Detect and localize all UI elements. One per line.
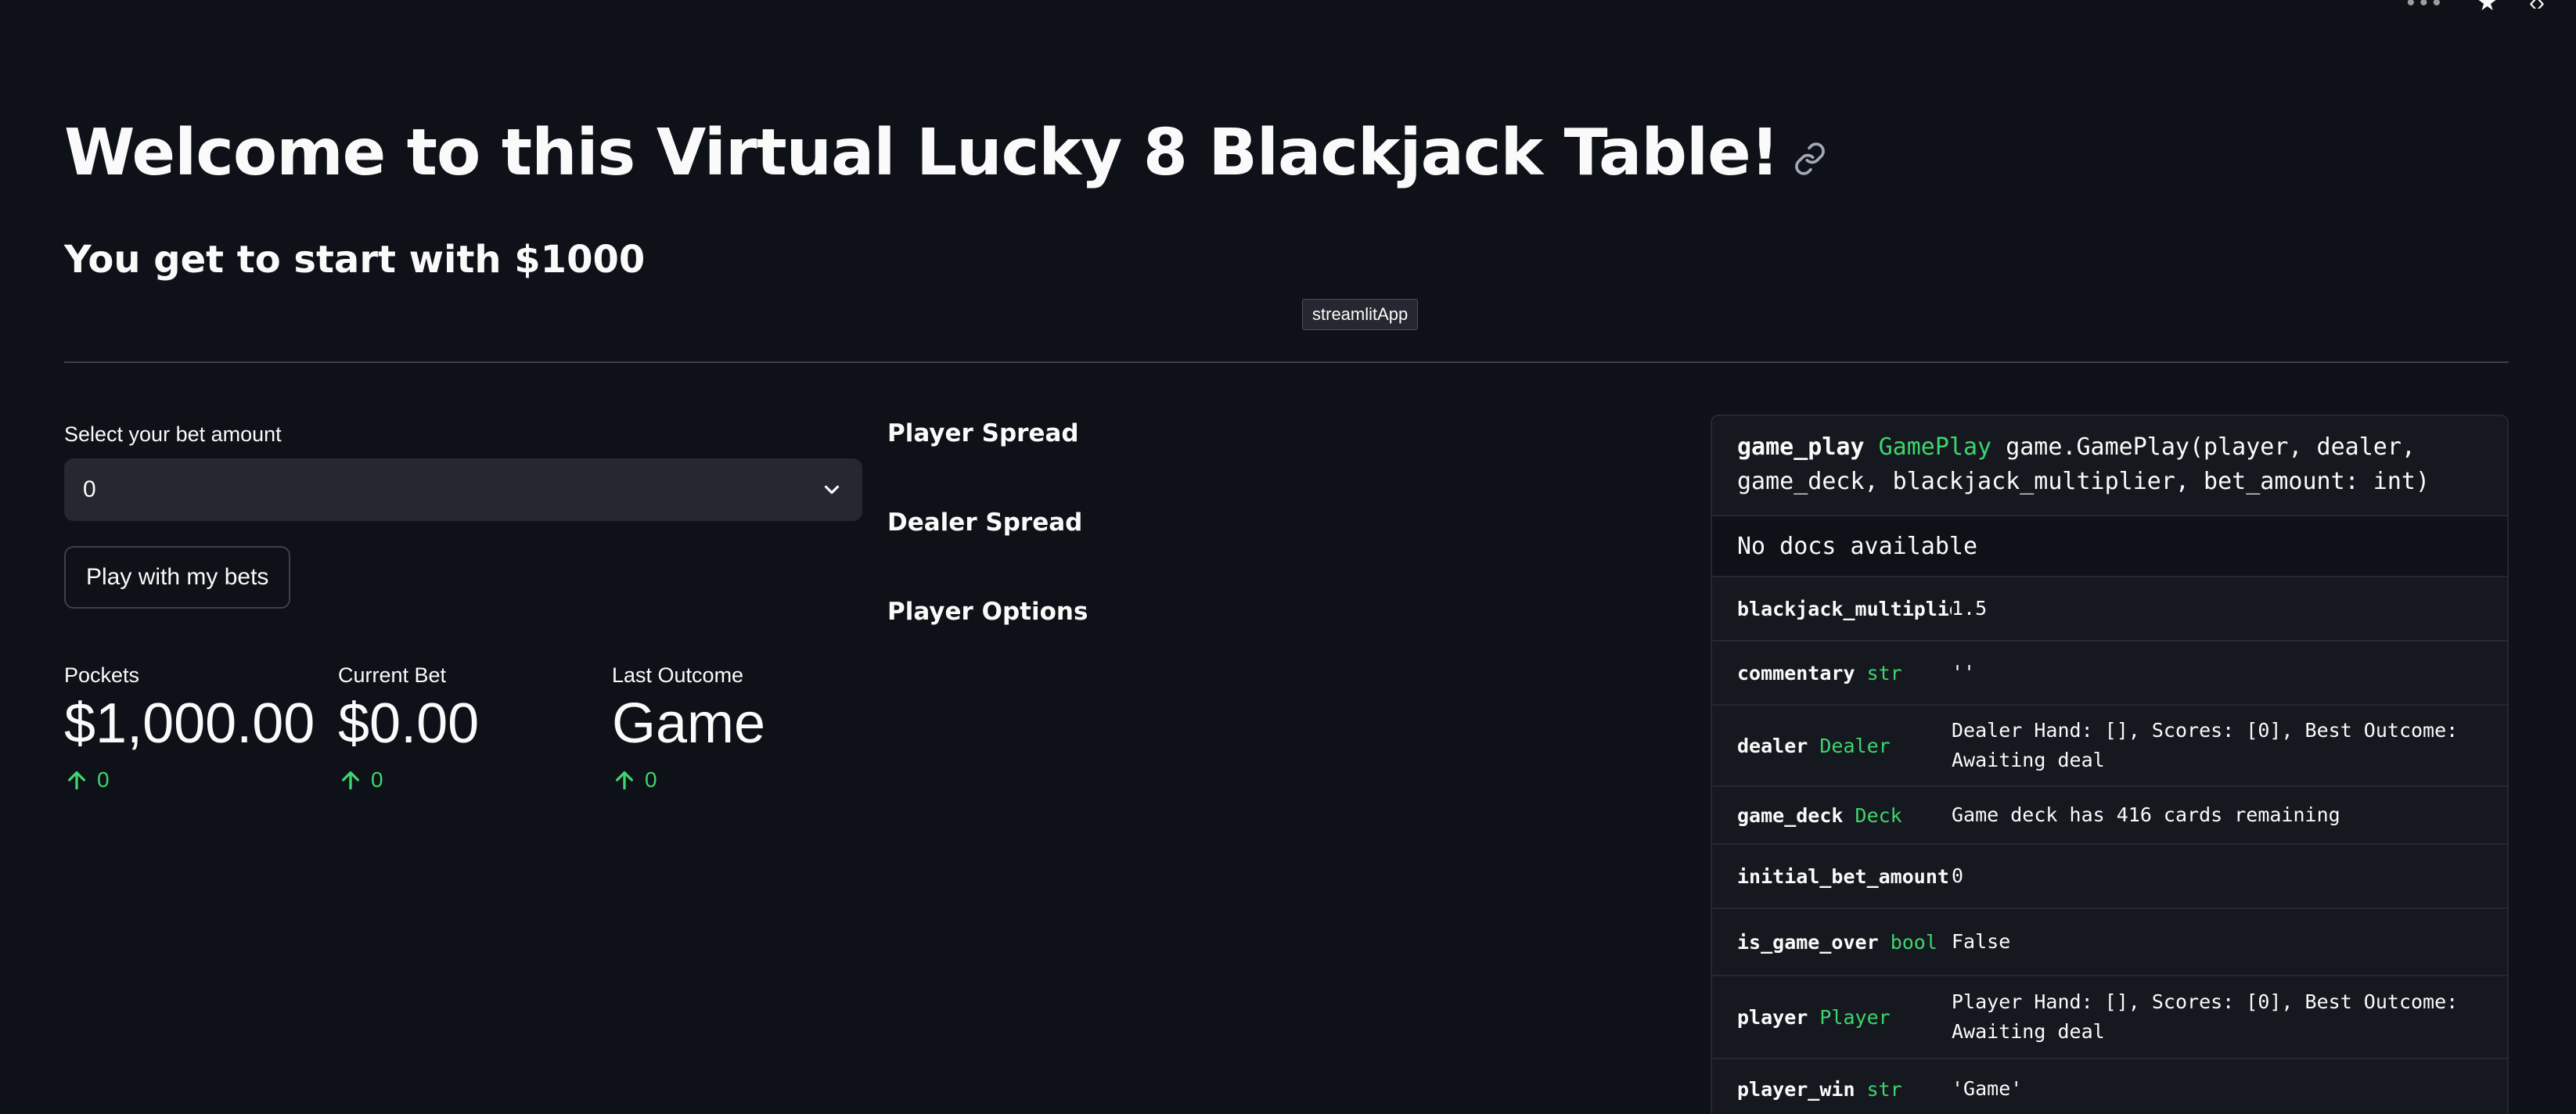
inspector-object-type: GamePlay bbox=[1878, 433, 1992, 461]
page-subtitle: You get to start with $1000 bbox=[64, 238, 646, 282]
attribute-name-cell: dealer Dealer bbox=[1712, 735, 1952, 757]
attribute-value: 1.5 bbox=[1952, 597, 1988, 620]
inspector-object-name: game_play bbox=[1737, 433, 1865, 461]
attribute-row: player Player Player Hand: [], Scores: [… bbox=[1712, 976, 2507, 1059]
attribute-name-cell: player Player bbox=[1712, 1006, 1952, 1029]
player-spread-heading: Player Spread bbox=[887, 419, 1079, 447]
attribute-name: blackjack_multiplie bbox=[1737, 597, 1952, 620]
attribute-type: Dealer bbox=[1819, 734, 1891, 757]
page-title: Welcome to this Virtual Lucky 8 Blackjac… bbox=[64, 116, 1779, 190]
attribute-row: dealer Dealer Dealer Hand: [], Scores: [… bbox=[1712, 706, 2507, 787]
attribute-row: is_game_over bool False bbox=[1712, 909, 2507, 976]
attribute-type: str bbox=[1866, 661, 1902, 685]
attribute-name: dealer bbox=[1737, 734, 1808, 757]
attribute-name: is_game_over bbox=[1737, 930, 1879, 954]
attribute-name-cell: initial_bet_amount bbox=[1712, 865, 1952, 888]
metric-pockets: Pockets $1,000.00 0 bbox=[64, 663, 315, 792]
metric-delta-value: 0 bbox=[645, 767, 657, 792]
attribute-type: Deck bbox=[1855, 803, 1902, 827]
attribute-row: game_deck Deck Game deck has 416 cards r… bbox=[1712, 787, 2507, 845]
arrow-up-icon bbox=[68, 771, 85, 790]
tooltip-tag: streamlitApp bbox=[1302, 299, 1419, 330]
attribute-name: initial_bet_amount bbox=[1737, 864, 1949, 888]
attribute-value: Game deck has 416 cards remaining bbox=[1952, 803, 2340, 826]
metric-delta: 0 bbox=[612, 767, 765, 792]
attribute-name-cell: is_game_over bool bbox=[1712, 931, 1952, 954]
inspector-signature-line1: game.GamePlay(player, dealer, bbox=[2006, 433, 2416, 461]
attribute-value: 'Game' bbox=[1952, 1077, 2023, 1100]
attribute-name-cell: player_win str bbox=[1712, 1078, 1952, 1101]
attribute-name-cell: blackjack_multiplie bbox=[1712, 598, 1952, 620]
metric-label: Pockets bbox=[64, 663, 140, 687]
dealer-spread-heading: Dealer Spread bbox=[887, 508, 1083, 537]
divider bbox=[64, 361, 2509, 363]
object-inspector: game_play GamePlay game.GamePlay(player,… bbox=[1711, 415, 2509, 1114]
attribute-type: Player bbox=[1819, 1005, 1891, 1029]
attribute-row: commentary str '' bbox=[1712, 641, 2507, 706]
play-with-bets-button[interactable]: Play with my bets bbox=[64, 546, 291, 609]
inspector-docs: No docs available bbox=[1712, 516, 2507, 577]
metric-value: $1,000.00 bbox=[64, 692, 315, 755]
top-toolbar: ••• ★ ‹› bbox=[2407, 0, 2545, 16]
attribute-name-cell: commentary str bbox=[1712, 662, 1952, 685]
attribute-name: game_deck bbox=[1737, 803, 1844, 827]
attribute-type: bool bbox=[1890, 930, 1937, 954]
metric-value: Game bbox=[612, 692, 766, 755]
attribute-row: blackjack_multiplie 1.5 bbox=[1712, 577, 2507, 641]
attribute-name: player bbox=[1737, 1005, 1808, 1029]
attribute-row: player_win str 'Game' bbox=[1712, 1059, 2507, 1114]
attribute-value: False bbox=[1952, 930, 2011, 953]
github-icon[interactable]: ‹› bbox=[2529, 0, 2545, 16]
attribute-value: '' bbox=[1952, 661, 1976, 684]
attribute-row: initial_bet_amount 0 bbox=[1712, 845, 2507, 909]
attribute-name: commentary bbox=[1737, 661, 1855, 685]
metric-delta: 0 bbox=[64, 767, 315, 792]
bet-amount-select[interactable]: 0 bbox=[64, 458, 862, 521]
metric-current-bet: Current Bet $0.00 0 bbox=[338, 663, 479, 792]
attribute-type: str bbox=[1866, 1077, 1902, 1101]
star-icon[interactable]: ★ bbox=[2477, 0, 2498, 16]
link-icon[interactable] bbox=[1793, 142, 1827, 176]
attribute-value: 0 bbox=[1952, 864, 1964, 887]
metric-label: Current Bet bbox=[338, 663, 447, 687]
more-menu-icon[interactable]: ••• bbox=[2407, 0, 2446, 16]
title-row: Welcome to this Virtual Lucky 8 Blackjac… bbox=[64, 116, 1827, 190]
metric-delta: 0 bbox=[338, 767, 479, 792]
inspector-header: game_play GamePlay game.GamePlay(player,… bbox=[1712, 416, 2507, 516]
arrow-up-icon bbox=[342, 771, 359, 790]
metric-delta-value: 0 bbox=[371, 767, 383, 792]
attribute-value: Player Hand: [], Scores: [0], Best Outco… bbox=[1952, 990, 2459, 1043]
attribute-name-cell: game_deck Deck bbox=[1712, 804, 1952, 827]
metric-label: Last Outcome bbox=[612, 663, 744, 687]
app-root: ••• ★ ‹› Welcome to this Virtual Lucky 8… bbox=[0, 0, 2576, 1114]
player-options-heading: Player Options bbox=[887, 598, 1088, 626]
metric-value: $0.00 bbox=[338, 692, 480, 755]
inspector-signature-line2: game_deck, blackjack_multiplier, bet_amo… bbox=[1737, 468, 2430, 495]
bet-select-value: 0 bbox=[83, 476, 96, 502]
chevron-down-icon bbox=[824, 485, 840, 494]
arrow-up-icon bbox=[616, 771, 633, 790]
metric-delta-value: 0 bbox=[97, 767, 110, 792]
metric-last-outcome: Last Outcome Game 0 bbox=[612, 663, 765, 792]
bet-select-label: Select your bet amount bbox=[64, 422, 282, 446]
attribute-name: player_win bbox=[1737, 1077, 1855, 1101]
attribute-value: Dealer Hand: [], Scores: [0], Best Outco… bbox=[1952, 719, 2459, 771]
